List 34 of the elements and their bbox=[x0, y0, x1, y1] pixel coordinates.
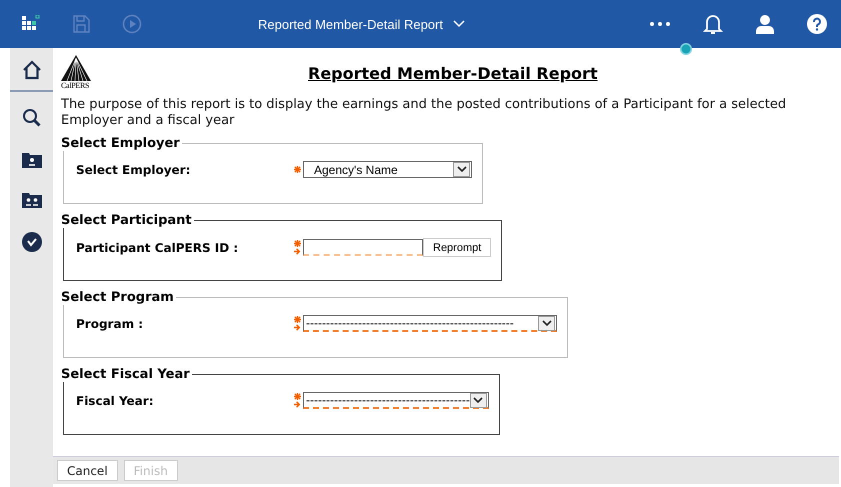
bell-icon[interactable] bbox=[703, 13, 723, 35]
help-icon[interactable] bbox=[807, 14, 827, 34]
reprompt-button[interactable]: Reprompt bbox=[423, 238, 492, 257]
id-input-field[interactable] bbox=[303, 239, 423, 256]
section-legend: Select Program bbox=[59, 290, 176, 305]
section-legend: Select Employer bbox=[59, 136, 182, 151]
select-field[interactable]: ---------------------------------------------------- bbox=[303, 315, 557, 332]
chevron-down-icon[interactable] bbox=[452, 20, 465, 28]
home-icon[interactable] bbox=[22, 60, 42, 80]
more-icon[interactable] bbox=[649, 21, 671, 27]
field-label: Select Employer: bbox=[75, 162, 192, 176]
check-circle-icon[interactable] bbox=[22, 232, 42, 252]
folder-people-icon[interactable] bbox=[22, 192, 42, 208]
dropdown-icon bbox=[473, 396, 484, 404]
status-dot-icon bbox=[679, 42, 693, 56]
search-icon[interactable] bbox=[22, 108, 42, 128]
logo-icon bbox=[61, 55, 91, 81]
dropdown-icon bbox=[542, 320, 552, 326]
footer-button[interactable]: Cancel bbox=[57, 460, 118, 481]
report-description: The purpose of this report is to display the earnings and the posted contributions of a Participant for a selected Employer and a fiscal year bbox=[61, 97, 788, 129]
report-title-menu[interactable]: Reported Member-Detail Report bbox=[258, 16, 443, 32]
logo-text: CalPERS bbox=[61, 81, 90, 90]
report-title: Reported Member-Detail Report bbox=[308, 64, 598, 84]
user-icon[interactable] bbox=[755, 14, 775, 34]
field-label: Participant CalPERS ID : bbox=[75, 240, 240, 254]
section-legend: Select Fiscal Year bbox=[59, 367, 192, 382]
dropdown-icon bbox=[456, 166, 466, 173]
field-label: Fiscal Year: bbox=[75, 394, 154, 408]
section-legend: Select Participant bbox=[59, 213, 194, 228]
select-field[interactable]: ----------------------------------------- bbox=[303, 392, 489, 409]
select-field[interactable]: Agency's Name bbox=[303, 161, 472, 178]
folder-person-icon[interactable] bbox=[22, 152, 42, 168]
grid-icon[interactable] bbox=[22, 15, 40, 33]
field-label: Program : bbox=[75, 316, 144, 330]
